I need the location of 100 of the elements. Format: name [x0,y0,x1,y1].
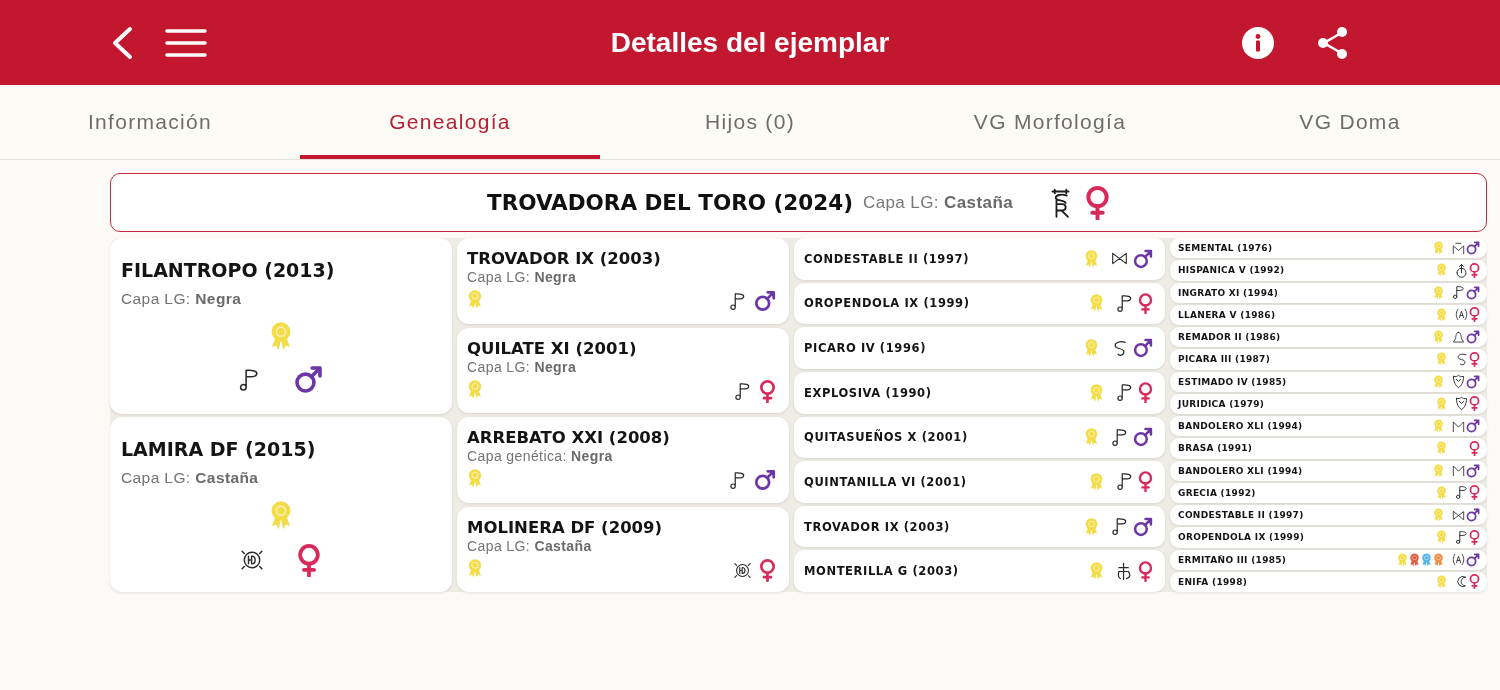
horse-name: FILANTROPO (2013) [121,259,336,281]
tab[interactable]: VG Doma [1200,85,1500,159]
horse-name: PICARA III (1987) [1178,354,1272,365]
horse-card[interactable]: BANDOLERO XLI (1994) [1170,416,1487,437]
horse-card[interactable]: OROPENDOLA IX (1999) [1170,527,1487,548]
female-symbol-icon [1085,185,1111,220]
horse-name: MOLINERA DF (2009) [467,517,664,538]
info-icon [1242,26,1274,59]
male-symbol-icon [1466,508,1480,523]
horse-name: INGRATO XI (1994) [1178,287,1280,298]
horse-card[interactable]: ARREBATO XXI (2008) Capa genética: Negra [457,417,789,503]
horse-name: QUILATE XI (2001) [467,338,638,359]
horse-card[interactable]: TROVADOR IX (2003) Capa LG: Negra [457,238,789,324]
horse-card[interactable]: JURIDICA (1979) [1170,393,1487,414]
share-icon [1318,26,1348,59]
horse-card[interactable]: ERMITAÑO III (1985) [1170,549,1487,570]
horse-card[interactable]: BRASA (1991) [1170,438,1487,459]
horse-card[interactable]: PICARO IV (1996) [794,327,1165,369]
horse-name: BRASA (1991) [1178,443,1254,454]
shield-mark-icon [1452,374,1465,390]
horse-card[interactable]: PICARA III (1987) [1170,349,1487,370]
horse-card[interactable]: BANDOLERO XLI (1994) [1170,460,1487,481]
menu-button[interactable] [165,28,207,57]
horse-name: TROVADOR IX (2003) [467,249,662,269]
horse-name: LLANERA V (1986) [1178,309,1277,320]
horse-card[interactable]: TROVADOR IX (2003) [794,505,1165,548]
horse-name: MONTERILLA G (2003) [804,564,960,579]
chevron-left-icon [111,25,133,60]
horse-card[interactable]: ESTIMADO IV (1985) [1170,371,1487,392]
horse-card[interactable]: QUINTANILLA VI (2001) [794,461,1165,503]
horse-card[interactable]: LLANERA V (1986) [1170,304,1487,325]
female-symbol-icon [1469,485,1480,501]
male-symbol-icon [754,469,776,491]
horse-card[interactable]: CONDESTABLE II (1997) [1170,505,1487,526]
coat-text: Capa LG: Castaña [467,537,593,555]
horse-card[interactable]: GRECIA (1992) [1170,482,1487,503]
male-symbol-icon [1133,427,1153,448]
horse-name: PICARO IV (1996) [804,341,927,356]
horse-name: CONDESTABLE II (1997) [1178,510,1305,521]
horse-card[interactable]: MONTERILLA G (2003) [794,550,1165,592]
male-symbol-icon [1466,419,1480,434]
shield-mark-icon [1455,396,1468,412]
flag-note-mark-icon [1452,285,1465,301]
horse-card[interactable]: FILANTROPO (2013) Capa LG: Negra [110,238,452,414]
crescent-mark-icon [1455,574,1468,590]
share-button[interactable] [1318,26,1348,59]
flag-note-mark-icon [238,367,260,392]
horse-name: ARREBATO XXI (2008) [467,428,671,448]
circled-hd-mark-icon [240,548,263,572]
horse-card[interactable]: MOLINERA DF (2009) Capa LG: Castaña [457,506,789,592]
horse-name: CONDESTABLE II (1997) [804,251,970,266]
female-symbol-icon [1469,396,1480,412]
bracketed-a-mark-icon [1452,552,1465,568]
female-symbol-icon [1138,471,1153,493]
female-symbol-icon [1469,574,1480,590]
flag-note-mark-icon [1116,383,1133,403]
female-symbol-icon [1138,382,1153,404]
horse-card[interactable]: SEMENTAL (1976) [1170,238,1487,259]
horse-card[interactable]: HISPANICA V (1992) [1170,260,1487,281]
horse-card[interactable]: OROPENDOLA IX (1999) [794,282,1165,325]
horse-name: EXPLOSIVA (1990) [804,385,933,400]
female-symbol-icon [1469,262,1480,278]
male-symbol-icon [1466,463,1480,478]
male-symbol-icon [294,365,323,394]
flag-note-mark-icon [734,381,751,401]
female-symbol-icon [1469,529,1480,545]
horse-card[interactable]: CONDESTABLE II (1997) [794,238,1165,280]
horse-card[interactable]: QUITASUEÑOS X (2001) [794,416,1165,459]
info-button[interactable] [1242,26,1274,59]
horse-name: TROVADOR IX (2003) [804,519,951,534]
cross-hook-mark-icon [1116,561,1133,581]
horse-card[interactable]: EXPLOSIVA (1990) [794,371,1165,414]
bracketed-a-mark-icon [1455,307,1468,323]
horse-card[interactable]: ENIFA (1998) [1170,571,1487,592]
horse-name: TROVADORA DEL TORO (2024) [486,190,853,215]
flag-note-mark-icon [1116,472,1133,492]
horse-name: HISPANICA V (1992) [1178,265,1286,276]
tab[interactable]: Genealogía [300,85,600,159]
male-symbol-icon [754,290,776,312]
horse-card[interactable]: REMADOR II (1986) [1170,327,1487,348]
horse-name: SEMENTAL (1976) [1178,243,1274,254]
bell-mark-icon [1452,329,1465,345]
male-symbol-icon [1133,338,1153,359]
male-symbol-icon [1466,330,1480,345]
horse-name: GRECIA (1992) [1178,487,1257,498]
back-button[interactable] [111,25,133,60]
flag-note-mark-icon [1111,427,1128,447]
coat-text: Capa LG: Negra [467,358,578,376]
tab[interactable]: Hijos (0) [600,85,900,159]
female-symbol-icon [1469,440,1480,456]
coat-text: Capa LG: Negra [121,290,243,308]
horse-name: ENIFA (1998) [1178,576,1249,587]
male-symbol-icon [1466,374,1480,389]
horse-card[interactable]: INGRATO XI (1994) [1170,282,1487,303]
horse-card[interactable]: LAMIRA DF (2015) Capa LG: Castaña [110,416,452,592]
coat-text: Capa LG: Castaña [863,192,1014,213]
female-symbol-icon [759,379,776,403]
tab[interactable]: VG Morfología [900,85,1200,159]
tab[interactable]: Información [0,85,300,159]
horse-card[interactable]: QUILATE XI (2001) Capa LG: Negra [457,327,789,413]
